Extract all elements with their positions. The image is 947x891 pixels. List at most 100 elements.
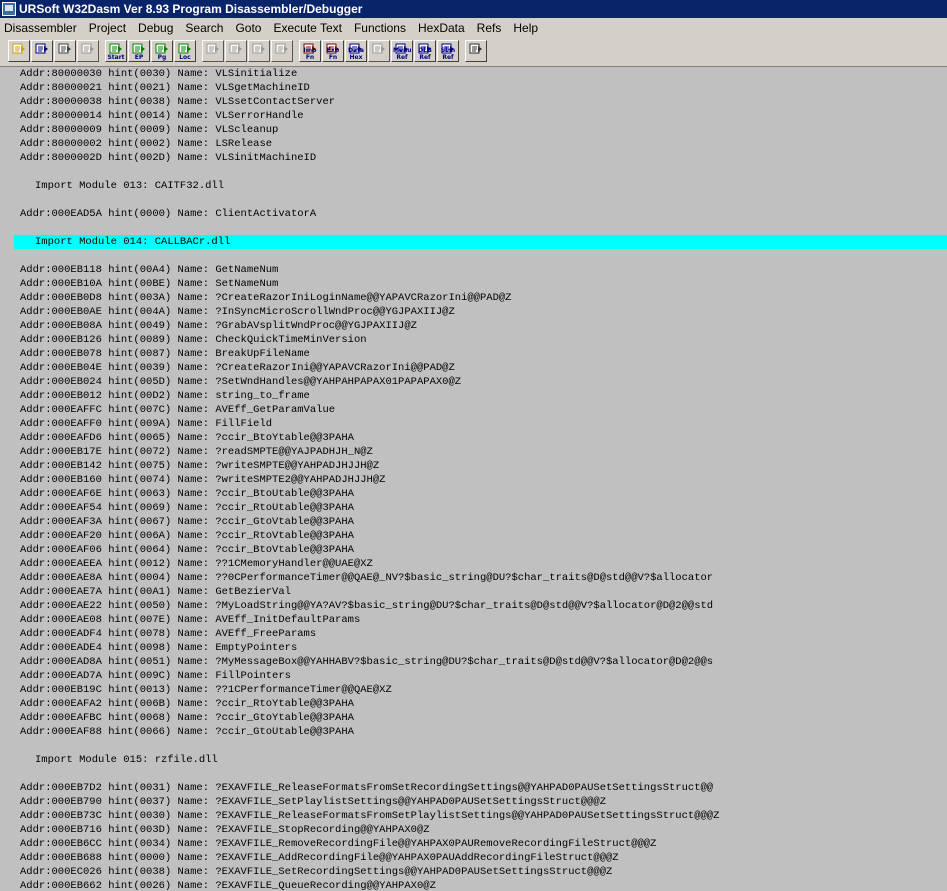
import-entry-line[interactable]: Addr:000EB118 hint(00A4) Name: GetNameNu… [0, 263, 947, 277]
import-entry-line[interactable]: Addr:000EAF20 hint(006A) Name: ?ccir_Rto… [0, 529, 947, 543]
import-entry-line[interactable]: Addr:000EAF3A hint(0067) Name: ?ccir_Gto… [0, 515, 947, 529]
import-entry-line[interactable]: Addr:000EB012 hint(00D2) Name: string_to… [0, 389, 947, 403]
import-entry-line[interactable]: Addr:000EAFFC hint(007C) Name: AVEff_Get… [0, 403, 947, 417]
import-entry-line[interactable]: Addr:000EAD5A hint(0000) Name: ClientAct… [0, 207, 947, 221]
hex-code-button[interactable] [368, 40, 390, 62]
jump-to-button[interactable] [202, 40, 224, 62]
imports-button[interactable]: Imp Fn [299, 40, 321, 62]
import-module-header[interactable]: Import Module 015: rzfile.dll [0, 753, 947, 767]
import-entry-line[interactable]: Addr:000EAF06 hint(0064) Name: ?ccir_Bto… [0, 543, 947, 557]
goto-code-start-button[interactable]: Start [105, 40, 127, 62]
menu-refs[interactable]: Refs [471, 21, 508, 35]
import-entry-line[interactable]: Addr:000EB7D2 hint(0031) Name: ?EXAVFILE… [0, 781, 947, 795]
blank-line[interactable] [0, 739, 947, 753]
import-entry-line[interactable]: Addr:000EB126 hint(0089) Name: CheckQuic… [0, 333, 947, 347]
open-file-button[interactable] [8, 40, 30, 62]
import-entry-line[interactable]: Addr:80000021 hint(0021) Name: VLSgetMac… [0, 81, 947, 95]
import-entry-line[interactable]: Addr:000EB078 hint(0087) Name: BreakUpFi… [0, 347, 947, 361]
hex-data-button[interactable]: Data Hex [345, 40, 367, 62]
toolbar-button-caption: DLG Ref [418, 47, 432, 61]
import-entry-line[interactable]: Addr:000EAFF0 hint(009A) Name: FillField [0, 417, 947, 431]
return-from-jump-button[interactable] [225, 40, 247, 62]
string-refs-button[interactable]: Strn Ref [437, 40, 459, 62]
import-entry-line[interactable]: Addr:000EAF54 hint(0069) Name: ?ccir_Rto… [0, 501, 947, 515]
import-entry-line[interactable]: Addr:000EAE08 hint(007E) Name: AVEff_Ini… [0, 613, 947, 627]
import-entry-line[interactable]: Addr:000EC026 hint(0038) Name: ?EXAVFILE… [0, 865, 947, 879]
import-entry-line[interactable]: Addr:000EAFD6 hint(0065) Name: ?ccir_Bto… [0, 431, 947, 445]
copy-lines-button[interactable] [77, 40, 99, 62]
menu-search[interactable]: Search [179, 21, 229, 35]
goto-location-button[interactable]: Loc [174, 40, 196, 62]
dialog-refs-button[interactable]: DLG Ref [414, 40, 436, 62]
blank-line[interactable] [0, 165, 947, 179]
import-entry-line[interactable]: Addr:8000002D hint(002D) Name: VLSinitMa… [0, 151, 947, 165]
blank-line[interactable] [0, 249, 947, 263]
call-icon [252, 43, 265, 54]
import-entry-line[interactable]: Addr:000EB17E hint(0072) Name: ?readSMPT… [0, 445, 947, 459]
menu-help[interactable]: Help [507, 21, 544, 35]
import-entry-line[interactable]: Addr:000EB142 hint(0075) Name: ?writeSMP… [0, 459, 947, 473]
import-entry-line[interactable]: Addr:000EAD7A hint(009C) Name: FillPoint… [0, 669, 947, 683]
listing-text: Addr:000EB04E hint(0039) Name: ?CreateRa… [20, 362, 455, 374]
goto-entry-point-button[interactable]: EP [128, 40, 150, 62]
import-entry-line[interactable]: Addr:000EADF4 hint(0078) Name: AVEff_Fre… [0, 627, 947, 641]
menu-refs-button[interactable]: Menu Ref [391, 40, 413, 62]
menu-goto[interactable]: Goto [229, 21, 267, 35]
disassembler-app-icon[interactable] [2, 2, 16, 16]
import-entry-line[interactable]: Addr:000EAF6E hint(0063) Name: ?ccir_Bto… [0, 487, 947, 501]
import-entry-line[interactable]: Addr:000EB716 hint(003D) Name: ?EXAVFILE… [0, 823, 947, 837]
find-text-button[interactable] [54, 40, 76, 62]
toolbar-button-caption: Exp Fn [326, 47, 340, 61]
listing-text: Addr:000EAFA2 hint(006B) Name: ?ccir_Rto… [20, 698, 354, 710]
listing-text: Addr:000EAD5A hint(0000) Name: ClientAct… [20, 208, 317, 220]
menu-project[interactable]: Project [83, 21, 132, 35]
import-entry-line[interactable]: Addr:80000009 hint(0009) Name: VLScleanu… [0, 123, 947, 137]
import-entry-line[interactable]: Addr:000EAFA2 hint(006B) Name: ?ccir_Rto… [0, 697, 947, 711]
import-entry-line[interactable]: Addr:000EB04E hint(0039) Name: ?CreateRa… [0, 361, 947, 375]
import-entry-line[interactable]: Addr:000EAE7A hint(00A1) Name: GetBezier… [0, 585, 947, 599]
menu-hexdata[interactable]: HexData [412, 21, 471, 35]
import-module-header[interactable]: Import Module 013: CAITF32.dll [0, 179, 947, 193]
import-entry-line[interactable]: Addr:000EB688 hint(0000) Name: ?EXAVFILE… [0, 851, 947, 865]
import-entry-line[interactable]: Addr:000EAF88 hint(0066) Name: ?ccir_Gto… [0, 725, 947, 739]
import-entry-line[interactable]: Addr:000EB160 hint(0074) Name: ?writeSMP… [0, 473, 947, 487]
execute-call-button[interactable] [248, 40, 270, 62]
goto-page-button[interactable]: Pg [151, 40, 173, 62]
import-entry-line[interactable]: Addr:000EB0AE hint(004A) Name: ?InSyncMi… [0, 305, 947, 319]
import-entry-line[interactable]: Addr:000EB662 hint(0026) Name: ?EXAVFILE… [0, 879, 947, 891]
import-module-header[interactable]: Import Module 014: CALLBACr.dll [14, 235, 947, 249]
import-entry-line[interactable]: Addr:000EB10A hint(00BE) Name: SetNameNu… [0, 277, 947, 291]
import-entry-line[interactable]: Addr:000EAE8A hint(0004) Name: ??0CPerfo… [0, 571, 947, 585]
import-entry-line[interactable]: Addr:000EB024 hint(005D) Name: ?SetWndHa… [0, 375, 947, 389]
import-entry-line[interactable]: Addr:80000002 hint(0002) Name: LSRelease [0, 137, 947, 151]
menu-functions[interactable]: Functions [348, 21, 412, 35]
import-entry-line[interactable]: Addr:80000014 hint(0014) Name: VLSerrorH… [0, 109, 947, 123]
listing-text: Addr:80000002 hint(0002) Name: LSRelease [20, 138, 273, 150]
import-entry-line[interactable]: Addr:000EADE4 hint(0098) Name: EmptyPoin… [0, 641, 947, 655]
blank-line[interactable] [0, 221, 947, 235]
listing-text: Import Module 014: CALLBACr.dll [35, 236, 231, 248]
import-entry-line[interactable]: Addr:000EB6CC hint(0034) Name: ?EXAVFILE… [0, 837, 947, 851]
import-entry-line[interactable]: Addr:000EB73C hint(0030) Name: ?EXAVFILE… [0, 809, 947, 823]
import-entry-line[interactable]: Addr:000EAEEA hint(0012) Name: ??1CMemor… [0, 557, 947, 571]
menu-debug[interactable]: Debug [132, 21, 179, 35]
blank-line[interactable] [0, 193, 947, 207]
exports-button[interactable]: Exp Fn [322, 40, 344, 62]
menu-execute-text[interactable]: Execute Text [267, 21, 347, 35]
listing-text: Addr:000EAF88 hint(0066) Name: ?ccir_Gto… [20, 726, 354, 738]
disassembly-listing[interactable]: Addr:80000030 hint(0030) Name: VLSinitia… [0, 67, 947, 891]
import-entry-line[interactable]: Addr:000EB19C hint(0013) Name: ??1CPerfo… [0, 683, 947, 697]
import-entry-line[interactable]: Addr:000EB790 hint(0037) Name: ?EXAVFILE… [0, 795, 947, 809]
return-from-call-button[interactable] [271, 40, 293, 62]
print-button[interactable] [465, 40, 487, 62]
import-entry-line[interactable]: Addr:000EB0D8 hint(003A) Name: ?CreateRa… [0, 291, 947, 305]
import-entry-line[interactable]: Addr:80000038 hint(0038) Name: VLSsetCon… [0, 95, 947, 109]
import-entry-line[interactable]: Addr:000EAD8A hint(0051) Name: ?MyMessag… [0, 655, 947, 669]
import-entry-line[interactable]: Addr:80000030 hint(0030) Name: VLSinitia… [0, 67, 947, 81]
import-entry-line[interactable]: Addr:000EAE22 hint(0050) Name: ?MyLoadSt… [0, 599, 947, 613]
menu-disassembler[interactable]: Disassembler [0, 21, 83, 35]
blank-line[interactable] [0, 767, 947, 781]
save-file-button[interactable] [31, 40, 53, 62]
import-entry-line[interactable]: Addr:000EAFBC hint(0068) Name: ?ccir_Gto… [0, 711, 947, 725]
import-entry-line[interactable]: Addr:000EB08A hint(0049) Name: ?GrabAVsp… [0, 319, 947, 333]
